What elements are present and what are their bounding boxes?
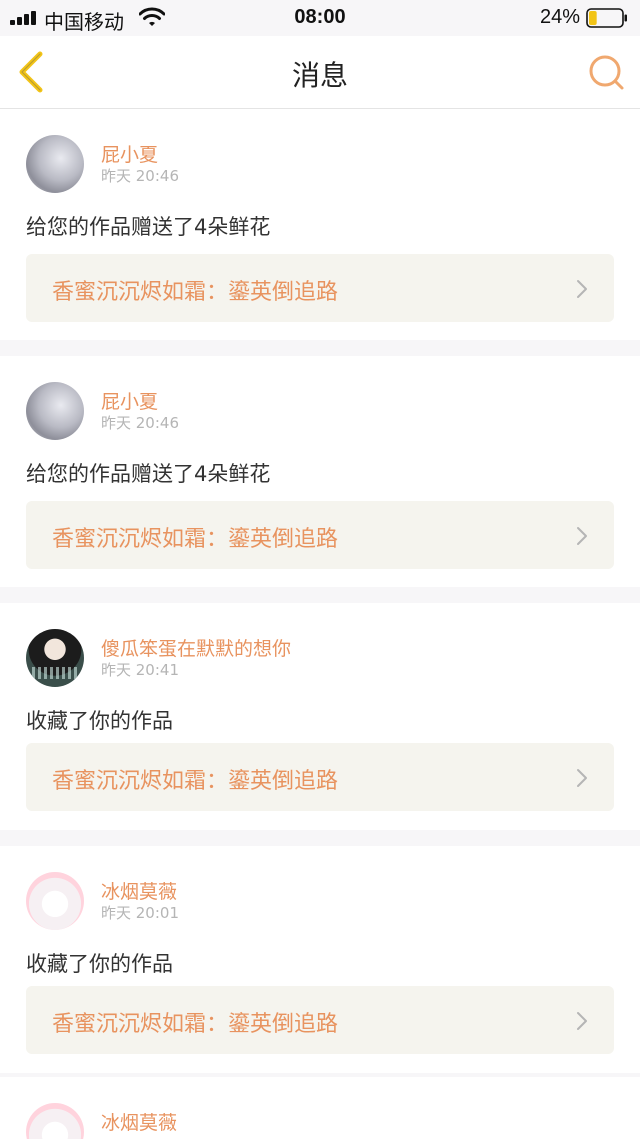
chevron-right-icon — [577, 527, 587, 545]
battery-icon — [586, 8, 627, 28]
message-text: 收藏了你的作品 — [26, 952, 173, 976]
message-card: 屁小夏 昨天 20:46 给您的作品赠送了4朵鲜花 香蜜沉沉烬如霜：鎏英倒追路 — [0, 356, 640, 587]
message-list: 屁小夏 昨天 20:46 给您的作品赠送了4朵鲜花 香蜜沉沉烬如霜：鎏英倒追路 … — [0, 109, 640, 1089]
username[interactable]: 冰烟莫薇 — [101, 877, 177, 904]
message-text: 收藏了你的作品 — [26, 709, 173, 733]
chevron-right-icon — [577, 1012, 587, 1030]
avatar[interactable] — [26, 1103, 84, 1139]
work-link[interactable]: 香蜜沉沉烬如霜：鎏英倒追路 — [26, 743, 614, 811]
message-card: 屁小夏 昨天 20:46 给您的作品赠送了4朵鲜花 香蜜沉沉烬如霜：鎏英倒追路 — [0, 109, 640, 340]
timestamp: 昨天 20:46 — [101, 167, 179, 185]
work-title: 香蜜沉沉烬如霜：鎏英倒追路 — [52, 1012, 339, 1037]
work-link[interactable]: 香蜜沉沉烬如霜：鎏英倒追路 — [26, 254, 614, 322]
chevron-right-icon — [577, 280, 587, 298]
avatar[interactable] — [26, 872, 84, 930]
username[interactable]: 傻瓜笨蛋在默默的想你 — [101, 634, 291, 661]
header: 消息 — [0, 36, 640, 109]
work-link[interactable]: 香蜜沉沉烬如霜：鎏英倒追路 — [26, 501, 614, 569]
username[interactable]: 屁小夏 — [101, 140, 158, 167]
message-text: 给您的作品赠送了4朵鲜花 — [26, 462, 271, 486]
work-title: 香蜜沉沉烬如霜：鎏英倒追路 — [52, 769, 339, 794]
search-icon[interactable] — [586, 52, 626, 92]
timestamp: 昨天 20:41 — [101, 661, 179, 679]
timestamp: 昨天 20:46 — [101, 414, 179, 432]
message-text: 给您的作品赠送了4朵鲜花 — [26, 215, 271, 239]
status-bar: 中国移动 08:00 24% — [0, 0, 640, 36]
message-card-partial: 冰烟莫薇 — [0, 1077, 640, 1139]
message-card: 傻瓜笨蛋在默默的想你 昨天 20:41 收藏了你的作品 香蜜沉沉烬如霜：鎏英倒追… — [0, 603, 640, 830]
work-title: 香蜜沉沉烬如霜：鎏英倒追路 — [52, 280, 339, 305]
avatar[interactable] — [26, 382, 84, 440]
chevron-right-icon — [577, 769, 587, 787]
timestamp: 昨天 20:01 — [101, 904, 179, 922]
page-title: 消息 — [291, 59, 348, 92]
battery-percent: 24% — [539, 6, 580, 28]
username[interactable]: 屁小夏 — [101, 387, 158, 414]
avatar[interactable] — [26, 135, 84, 193]
work-title: 香蜜沉沉烬如霜：鎏英倒追路 — [52, 527, 339, 552]
work-link[interactable]: 香蜜沉沉烬如霜：鎏英倒追路 — [26, 986, 614, 1054]
message-card: 冰烟莫薇 昨天 20:01 收藏了你的作品 香蜜沉沉烬如霜：鎏英倒追路 — [0, 846, 640, 1073]
username[interactable]: 冰烟莫薇 — [101, 1108, 177, 1135]
avatar[interactable] — [26, 629, 84, 687]
